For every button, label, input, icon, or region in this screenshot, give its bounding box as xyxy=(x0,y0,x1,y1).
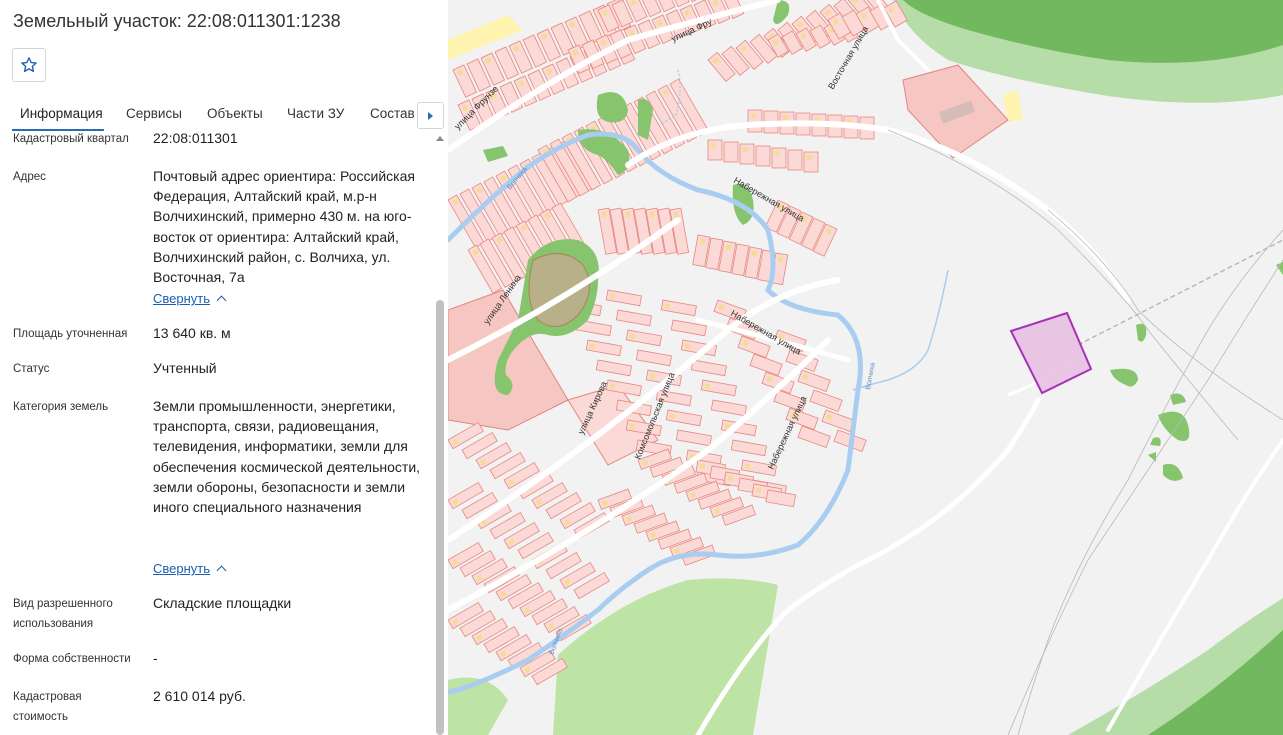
building xyxy=(589,343,596,350)
chevron-up-icon xyxy=(216,295,227,306)
building xyxy=(629,423,636,430)
building xyxy=(625,211,632,218)
ownership-value: - xyxy=(153,650,158,666)
building xyxy=(629,333,636,340)
use-value: Складские площадки xyxy=(153,595,292,611)
building xyxy=(743,147,748,152)
building xyxy=(699,238,706,245)
building xyxy=(755,487,762,494)
tabs-scroll-right-button[interactable] xyxy=(417,102,444,129)
building xyxy=(673,211,680,218)
category-label: Категория земель xyxy=(13,401,109,413)
building xyxy=(609,293,616,300)
panel-scrollbar[interactable] xyxy=(436,300,444,735)
page-title: Земельный участок: 22:08:011301:1238 xyxy=(13,11,341,31)
map-canvas[interactable]: улица Фру улица Фрунзе Восточная улица Н… xyxy=(448,0,1283,735)
tab-bar: Информация Сервисы Объекты Части ЗУ Сост… xyxy=(0,94,448,132)
building xyxy=(711,143,716,148)
ownership-label: Форма собственности xyxy=(13,653,131,665)
building xyxy=(649,373,656,380)
area-value: 13 640 кв. м xyxy=(153,325,231,341)
parcel xyxy=(755,145,771,167)
chevron-up-icon xyxy=(216,565,227,576)
status-label: Статус xyxy=(13,363,50,375)
building xyxy=(775,151,780,156)
parcel xyxy=(787,149,803,171)
building xyxy=(684,343,691,350)
building xyxy=(751,113,756,118)
building xyxy=(601,211,608,218)
category-collapse-link[interactable]: Свернуть xyxy=(153,561,227,576)
category-value: Земли промышленности, энергетики, трансп… xyxy=(153,398,421,516)
building xyxy=(649,211,656,218)
building xyxy=(744,463,751,470)
map-view[interactable]: улица Фру улица Фрунзе Восточная улица Н… xyxy=(448,0,1283,735)
use-label: Вид разрешенного использования xyxy=(13,598,113,630)
area-label: Площадь уточненная xyxy=(13,328,128,340)
building xyxy=(783,115,788,120)
building xyxy=(777,256,784,263)
building xyxy=(751,250,758,257)
building xyxy=(699,463,706,470)
building xyxy=(669,413,676,420)
quarter-label: Кадастровый квартал xyxy=(13,133,129,145)
favorite-button[interactable] xyxy=(12,48,46,82)
cost-value: 2 610 014 руб. xyxy=(153,688,246,704)
address-value: Почтовый адрес ориентира: Российская Фед… xyxy=(153,168,415,286)
status-value: Учтенный xyxy=(153,360,217,376)
parcel xyxy=(723,141,739,163)
address-label: Адрес xyxy=(13,171,46,183)
tab-objects[interactable]: Объекты xyxy=(207,106,263,121)
building xyxy=(609,383,616,390)
star-icon xyxy=(21,57,37,73)
cost-label: Кадастровая стоимость xyxy=(13,691,82,723)
building xyxy=(807,155,812,160)
scroll-up-arrow[interactable] xyxy=(436,136,444,141)
address-collapse-link[interactable]: Свернуть xyxy=(153,291,227,306)
building xyxy=(727,475,734,482)
tab-composition[interactable]: Состав xyxy=(370,106,415,121)
chevron-right-icon xyxy=(428,111,433,120)
tab-parts[interactable]: Части ЗУ xyxy=(287,106,344,121)
building xyxy=(725,244,732,251)
info-panel: Земельный участок: 22:08:011301:1238 Инф… xyxy=(0,0,448,735)
tab-information[interactable]: Информация xyxy=(20,106,103,121)
quarter-value: 22:08:011301 xyxy=(153,130,238,146)
tab-services[interactable]: Сервисы xyxy=(126,106,182,121)
building xyxy=(704,383,711,390)
building xyxy=(664,303,671,310)
